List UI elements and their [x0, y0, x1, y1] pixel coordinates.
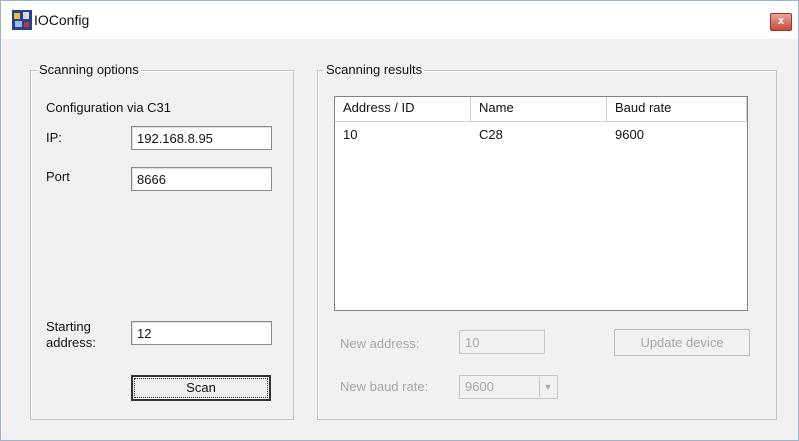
column-header-name[interactable]: Name [471, 97, 607, 121]
app-icon [12, 10, 32, 30]
ip-field[interactable] [131, 126, 272, 150]
row-baud: 9600 [615, 127, 644, 142]
update-device-label: Update device [640, 335, 724, 350]
port-label: Port [46, 169, 70, 184]
starting-address-label: Starting address: [46, 319, 96, 350]
scan-button[interactable]: Scan [131, 375, 271, 401]
table-row[interactable]: 10 C28 9600 [335, 127, 747, 147]
close-button[interactable]: x [770, 13, 792, 31]
update-device-button[interactable]: Update device [614, 329, 750, 356]
ioconfig-window: IOConfig x Scanning options Configuratio… [0, 0, 799, 441]
column-header-baud[interactable]: Baud rate [607, 97, 747, 121]
scanning-results-legend: Scanning results [324, 62, 425, 77]
new-baud-rate-label: New baud rate: [340, 379, 429, 394]
title-bar[interactable]: IOConfig x [1, 1, 798, 39]
port-field[interactable] [131, 167, 272, 191]
row-address: 10 [343, 127, 358, 142]
column-header-address[interactable]: Address / ID [335, 97, 471, 121]
window-title: IOConfig [34, 12, 90, 28]
new-baud-rate-value: 9600 [465, 379, 494, 394]
results-list[interactable]: Address / ID Name Baud rate 10 C28 9600 [334, 96, 748, 311]
scanning-options-group: Scanning options [30, 62, 294, 420]
config-label: Configuration via C31 [46, 100, 172, 115]
scanning-options-legend: Scanning options [37, 62, 141, 77]
chevron-down-icon[interactable]: ▼ [539, 377, 556, 397]
row-name: C28 [479, 127, 503, 142]
ip-label: IP: [46, 130, 62, 145]
starting-address-field[interactable] [131, 321, 272, 345]
scan-button-label: Scan [186, 380, 216, 395]
new-address-field[interactable] [459, 330, 545, 354]
new-address-label: New address: [340, 336, 420, 351]
new-baud-rate-select[interactable]: 9600 ▼ [459, 375, 558, 399]
close-icon: x [777, 15, 785, 27]
results-list-header: Address / ID Name Baud rate [335, 97, 747, 122]
